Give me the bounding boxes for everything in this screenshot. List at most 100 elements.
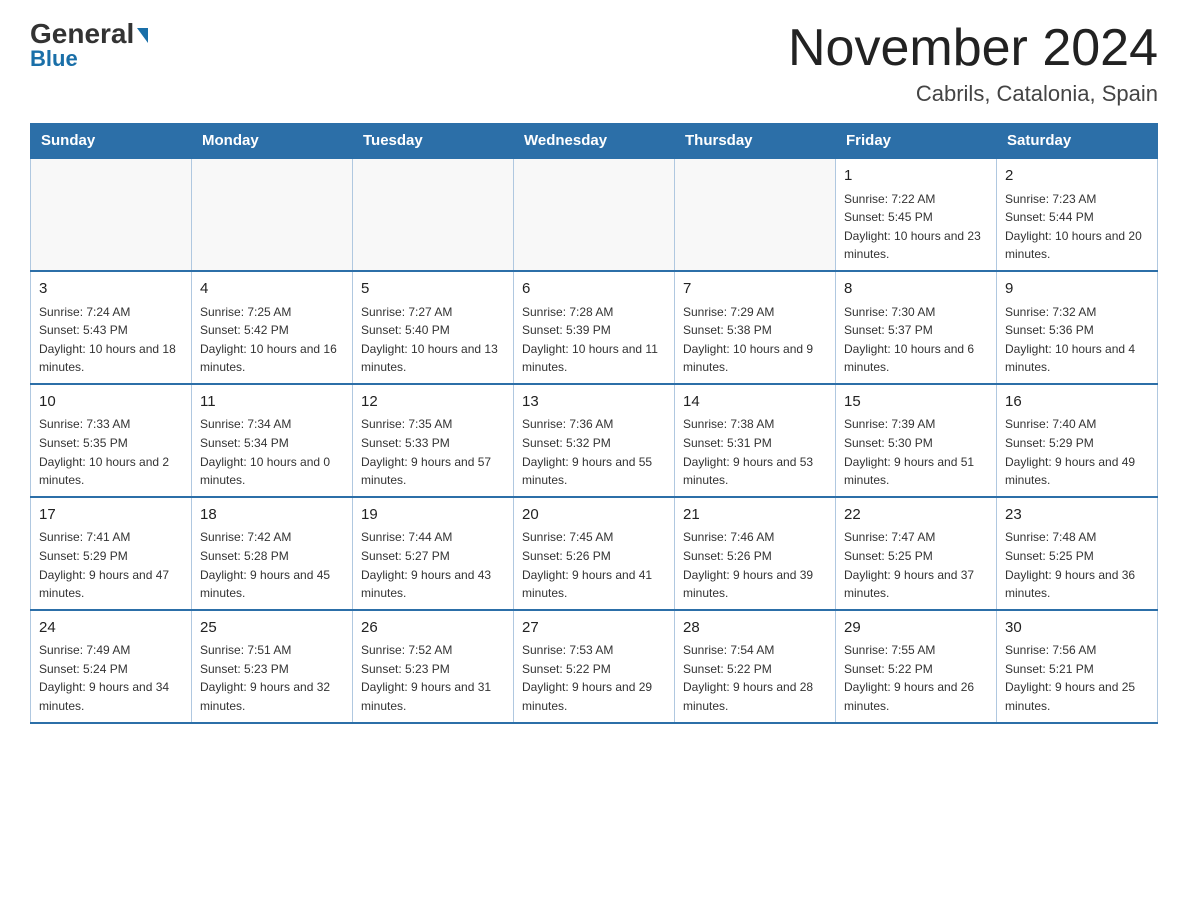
- calendar-cell: [353, 158, 514, 271]
- calendar-cell: 9Sunrise: 7:32 AMSunset: 5:36 PMDaylight…: [997, 271, 1158, 384]
- day-info: Sunrise: 7:25 AMSunset: 5:42 PMDaylight:…: [200, 303, 344, 377]
- calendar-cell: 19Sunrise: 7:44 AMSunset: 5:27 PMDayligh…: [353, 497, 514, 610]
- calendar-cell: 25Sunrise: 7:51 AMSunset: 5:23 PMDayligh…: [192, 610, 353, 723]
- logo-line2: Blue: [30, 46, 78, 72]
- day-number: 27: [522, 617, 666, 640]
- day-number: 12: [361, 391, 505, 414]
- day-number: 10: [39, 391, 183, 414]
- day-number: 4: [200, 278, 344, 301]
- day-number: 7: [683, 278, 827, 301]
- day-number: 26: [361, 617, 505, 640]
- day-info: Sunrise: 7:22 AMSunset: 5:45 PMDaylight:…: [844, 190, 988, 264]
- day-number: 13: [522, 391, 666, 414]
- day-number: 18: [200, 504, 344, 527]
- day-number: 16: [1005, 391, 1149, 414]
- calendar-table: SundayMondayTuesdayWednesdayThursdayFrid…: [30, 123, 1158, 723]
- calendar-cell: [675, 158, 836, 271]
- calendar-cell: 16Sunrise: 7:40 AMSunset: 5:29 PMDayligh…: [997, 384, 1158, 497]
- day-number: 30: [1005, 617, 1149, 640]
- calendar-cell: 8Sunrise: 7:30 AMSunset: 5:37 PMDaylight…: [836, 271, 997, 384]
- day-info: Sunrise: 7:48 AMSunset: 5:25 PMDaylight:…: [1005, 528, 1149, 602]
- day-info: Sunrise: 7:44 AMSunset: 5:27 PMDaylight:…: [361, 528, 505, 602]
- weekday-header-row: SundayMondayTuesdayWednesdayThursdayFrid…: [31, 124, 1158, 159]
- day-number: 15: [844, 391, 988, 414]
- day-number: 21: [683, 504, 827, 527]
- day-info: Sunrise: 7:38 AMSunset: 5:31 PMDaylight:…: [683, 415, 827, 489]
- day-info: Sunrise: 7:45 AMSunset: 5:26 PMDaylight:…: [522, 528, 666, 602]
- day-number: 23: [1005, 504, 1149, 527]
- day-info: Sunrise: 7:54 AMSunset: 5:22 PMDaylight:…: [683, 641, 827, 715]
- weekday-header: Thursday: [675, 124, 836, 159]
- calendar-cell: 4Sunrise: 7:25 AMSunset: 5:42 PMDaylight…: [192, 271, 353, 384]
- calendar-cell: 18Sunrise: 7:42 AMSunset: 5:28 PMDayligh…: [192, 497, 353, 610]
- day-info: Sunrise: 7:32 AMSunset: 5:36 PMDaylight:…: [1005, 303, 1149, 377]
- calendar-cell: 27Sunrise: 7:53 AMSunset: 5:22 PMDayligh…: [514, 610, 675, 723]
- day-number: 9: [1005, 278, 1149, 301]
- calendar-cell: 6Sunrise: 7:28 AMSunset: 5:39 PMDaylight…: [514, 271, 675, 384]
- calendar-cell: 14Sunrise: 7:38 AMSunset: 5:31 PMDayligh…: [675, 384, 836, 497]
- weekday-header: Tuesday: [353, 124, 514, 159]
- weekday-header: Wednesday: [514, 124, 675, 159]
- weekday-header: Friday: [836, 124, 997, 159]
- day-info: Sunrise: 7:30 AMSunset: 5:37 PMDaylight:…: [844, 303, 988, 377]
- calendar-week-row: 10Sunrise: 7:33 AMSunset: 5:35 PMDayligh…: [31, 384, 1158, 497]
- day-number: 1: [844, 165, 988, 188]
- calendar-cell: 5Sunrise: 7:27 AMSunset: 5:40 PMDaylight…: [353, 271, 514, 384]
- calendar-cell: 10Sunrise: 7:33 AMSunset: 5:35 PMDayligh…: [31, 384, 192, 497]
- header: General Blue November 2024 Cabrils, Cata…: [30, 20, 1158, 107]
- calendar-cell: 22Sunrise: 7:47 AMSunset: 5:25 PMDayligh…: [836, 497, 997, 610]
- calendar-cell: [31, 158, 192, 271]
- day-number: 2: [1005, 165, 1149, 188]
- day-info: Sunrise: 7:36 AMSunset: 5:32 PMDaylight:…: [522, 415, 666, 489]
- day-number: 3: [39, 278, 183, 301]
- day-number: 8: [844, 278, 988, 301]
- logo-line1: General: [30, 20, 148, 48]
- calendar-cell: 1Sunrise: 7:22 AMSunset: 5:45 PMDaylight…: [836, 158, 997, 271]
- calendar-cell: 13Sunrise: 7:36 AMSunset: 5:32 PMDayligh…: [514, 384, 675, 497]
- weekday-header: Saturday: [997, 124, 1158, 159]
- calendar-cell: 23Sunrise: 7:48 AMSunset: 5:25 PMDayligh…: [997, 497, 1158, 610]
- day-info: Sunrise: 7:23 AMSunset: 5:44 PMDaylight:…: [1005, 190, 1149, 264]
- day-number: 25: [200, 617, 344, 640]
- day-info: Sunrise: 7:55 AMSunset: 5:22 PMDaylight:…: [844, 641, 988, 715]
- calendar-subtitle: Cabrils, Catalonia, Spain: [788, 81, 1158, 107]
- calendar-cell: 15Sunrise: 7:39 AMSunset: 5:30 PMDayligh…: [836, 384, 997, 497]
- weekday-header: Monday: [192, 124, 353, 159]
- calendar-cell: 2Sunrise: 7:23 AMSunset: 5:44 PMDaylight…: [997, 158, 1158, 271]
- calendar-cell: 29Sunrise: 7:55 AMSunset: 5:22 PMDayligh…: [836, 610, 997, 723]
- calendar-cell: 21Sunrise: 7:46 AMSunset: 5:26 PMDayligh…: [675, 497, 836, 610]
- title-area: November 2024 Cabrils, Catalonia, Spain: [788, 20, 1158, 107]
- day-number: 14: [683, 391, 827, 414]
- day-number: 19: [361, 504, 505, 527]
- calendar-cell: 30Sunrise: 7:56 AMSunset: 5:21 PMDayligh…: [997, 610, 1158, 723]
- day-number: 20: [522, 504, 666, 527]
- calendar-cell: 28Sunrise: 7:54 AMSunset: 5:22 PMDayligh…: [675, 610, 836, 723]
- calendar-cell: 12Sunrise: 7:35 AMSunset: 5:33 PMDayligh…: [353, 384, 514, 497]
- calendar-cell: 26Sunrise: 7:52 AMSunset: 5:23 PMDayligh…: [353, 610, 514, 723]
- day-info: Sunrise: 7:51 AMSunset: 5:23 PMDaylight:…: [200, 641, 344, 715]
- day-info: Sunrise: 7:53 AMSunset: 5:22 PMDaylight:…: [522, 641, 666, 715]
- day-number: 29: [844, 617, 988, 640]
- day-info: Sunrise: 7:47 AMSunset: 5:25 PMDaylight:…: [844, 528, 988, 602]
- day-number: 24: [39, 617, 183, 640]
- day-number: 17: [39, 504, 183, 527]
- day-info: Sunrise: 7:56 AMSunset: 5:21 PMDaylight:…: [1005, 641, 1149, 715]
- day-info: Sunrise: 7:40 AMSunset: 5:29 PMDaylight:…: [1005, 415, 1149, 489]
- calendar-week-row: 3Sunrise: 7:24 AMSunset: 5:43 PMDaylight…: [31, 271, 1158, 384]
- calendar-cell: 11Sunrise: 7:34 AMSunset: 5:34 PMDayligh…: [192, 384, 353, 497]
- calendar-cell: [192, 158, 353, 271]
- day-info: Sunrise: 7:39 AMSunset: 5:30 PMDaylight:…: [844, 415, 988, 489]
- logo: General Blue: [30, 20, 148, 72]
- day-info: Sunrise: 7:41 AMSunset: 5:29 PMDaylight:…: [39, 528, 183, 602]
- day-info: Sunrise: 7:33 AMSunset: 5:35 PMDaylight:…: [39, 415, 183, 489]
- day-number: 5: [361, 278, 505, 301]
- calendar-week-row: 17Sunrise: 7:41 AMSunset: 5:29 PMDayligh…: [31, 497, 1158, 610]
- day-info: Sunrise: 7:28 AMSunset: 5:39 PMDaylight:…: [522, 303, 666, 377]
- day-number: 6: [522, 278, 666, 301]
- calendar-week-row: 1Sunrise: 7:22 AMSunset: 5:45 PMDaylight…: [31, 158, 1158, 271]
- day-info: Sunrise: 7:46 AMSunset: 5:26 PMDaylight:…: [683, 528, 827, 602]
- calendar-title: November 2024: [788, 20, 1158, 77]
- day-info: Sunrise: 7:42 AMSunset: 5:28 PMDaylight:…: [200, 528, 344, 602]
- day-info: Sunrise: 7:35 AMSunset: 5:33 PMDaylight:…: [361, 415, 505, 489]
- day-number: 28: [683, 617, 827, 640]
